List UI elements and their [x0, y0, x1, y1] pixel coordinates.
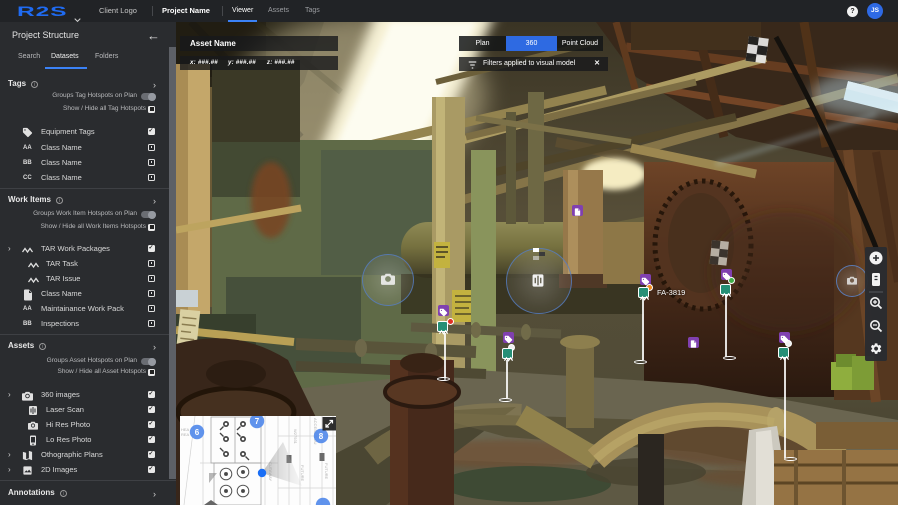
svg-text:REA: REA	[181, 432, 190, 437]
svg-text:7: 7	[255, 417, 260, 426]
svg-text:W27931: W27931	[293, 429, 298, 445]
svg-text:8: 8	[319, 432, 324, 441]
svg-text:6: 6	[195, 428, 200, 437]
svg-text:FUTURE: FUTURE	[324, 463, 329, 480]
svg-text:FUTURE: FUTURE	[300, 465, 305, 482]
